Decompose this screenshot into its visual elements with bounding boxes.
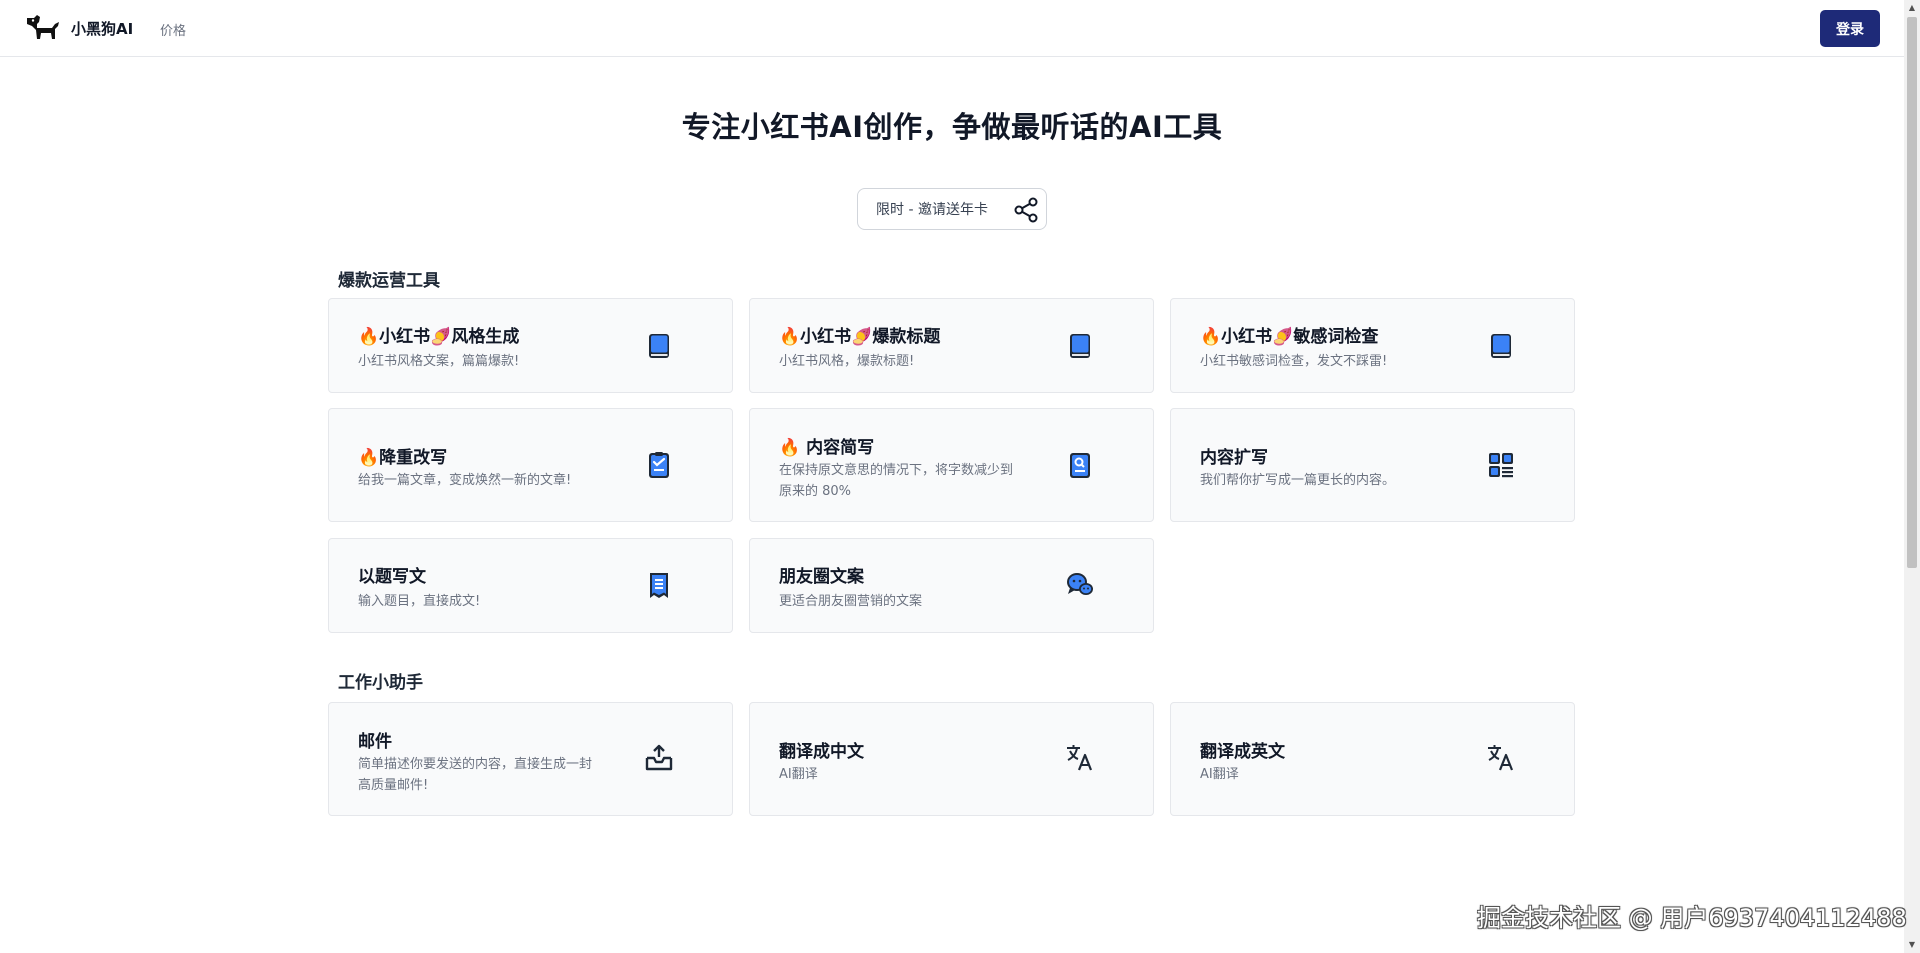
share-icon (1014, 197, 1038, 223)
top-navbar: 小黑狗AI 价格 登录 (0, 0, 1904, 57)
card-title: 内容扩写 (1200, 448, 1268, 468)
tool-card-topic-essay[interactable]: 以题写文 输入题目，直接成文! (328, 538, 733, 633)
section-title-work-assistant: 工作小助手 (338, 673, 423, 693)
card-description: 小红书风格，爆款标题! (779, 354, 915, 369)
clipboard-check-icon (649, 452, 669, 478)
card-description: 在保持原文意思的情况下，将字数减少到原来的 80% (779, 463, 1014, 499)
scroll-down-arrow-icon[interactable]: ▼ (1904, 937, 1920, 953)
book-icon (1070, 334, 1090, 358)
card-title: 朋友圈文案 (779, 567, 864, 587)
scroll-thumb[interactable] (1907, 17, 1917, 568)
tool-card-moments-copy[interactable]: 朋友圈文案 更适合朋友圈营销的文案 (749, 538, 1154, 633)
card-description: 小红书敏感词检查，发文不踩雷! (1200, 354, 1388, 369)
nav-link-price[interactable]: 价格 (160, 20, 186, 39)
chat-bubbles-icon (1067, 573, 1093, 595)
book-icon (649, 334, 669, 358)
book-icon (1491, 334, 1511, 358)
invite-label: 限时 - 邀请送年卡 (876, 202, 988, 218)
invite-button[interactable]: 限时 - 邀请送年卡 (857, 188, 1047, 230)
card-title: 🔥小红书🍠敏感词检查 (1200, 327, 1379, 347)
tool-card-xhs-headline[interactable]: 🔥小红书🍠爆款标题 小红书风格，爆款标题! (749, 298, 1154, 393)
tool-card-rewrite[interactable]: 🔥降重改写 给我一篇文章，变成焕然一新的文章! (328, 408, 733, 522)
card-title: 🔥 内容简写 (779, 438, 875, 458)
tool-card-xhs-style[interactable]: 🔥小红书🍠风格生成 小红书风格文案，篇篇爆款! (328, 298, 733, 393)
section-title-viral-tools: 爆款运营工具 (338, 271, 440, 291)
card-description: 输入题目，直接成文! (358, 594, 481, 609)
translate-icon (1488, 745, 1514, 771)
scroll-up-arrow-icon[interactable]: ▲ (1904, 0, 1920, 16)
card-description: AI翻译 (1200, 767, 1239, 782)
card-title: 🔥降重改写 (358, 448, 448, 468)
card-description: 简单描述你要发送的内容，直接生成一封高质量邮件! (358, 757, 593, 793)
page: 小黑狗AI 价格 登录 ▲ ▼ 专注小红书AI创作，争做最听话的AI工具 限时 … (0, 0, 1920, 953)
card-title: 邮件 (358, 732, 392, 752)
dog-logo-icon[interactable] (25, 12, 62, 43)
login-button[interactable]: 登录 (1820, 10, 1880, 47)
page-title: 专注小红书AI创作，争做最听话的AI工具 (681, 110, 1223, 144)
card-description: 小红书风格文案，篇篇爆款! (358, 354, 520, 369)
receipt-icon (650, 573, 668, 598)
tool-card-condense[interactable]: 🔥 内容简写 在保持原文意思的情况下，将字数减少到原来的 80% (749, 408, 1154, 522)
grid-list-icon (1489, 453, 1513, 478)
tool-card-xhs-sensitive-check[interactable]: 🔥小红书🍠敏感词检查 小红书敏感词检查，发文不踩雷! (1170, 298, 1575, 393)
card-description: 更适合朋友圈营销的文案 (779, 594, 923, 609)
card-description: 我们帮你扩写成一篇更长的内容。 (1200, 473, 1396, 488)
brand-name[interactable]: 小黑狗AI (71, 18, 133, 39)
card-title: 🔥小红书🍠爆款标题 (779, 327, 941, 347)
translate-icon (1067, 745, 1093, 771)
inbox-upload-icon (645, 744, 673, 771)
card-description: 给我一篇文章，变成焕然一新的文章! (358, 473, 572, 488)
card-title: 🔥小红书🍠风格生成 (358, 327, 520, 347)
card-title: 翻译成英文 (1200, 742, 1285, 762)
card-title: 翻译成中文 (779, 742, 864, 762)
vertical-scrollbar[interactable]: ▲ ▼ (1904, 0, 1920, 953)
tool-card-translate-en[interactable]: 翻译成英文 AI翻译 (1170, 702, 1575, 816)
card-description: AI翻译 (779, 767, 818, 782)
card-title: 以题写文 (358, 567, 426, 587)
tool-card-expand[interactable]: 内容扩写 我们帮你扩写成一篇更长的内容。 (1170, 408, 1575, 522)
tool-card-email[interactable]: 邮件 简单描述你要发送的内容，直接生成一封高质量邮件! (328, 702, 733, 816)
document-search-icon (1070, 453, 1090, 478)
tool-card-translate-zh[interactable]: 翻译成中文 AI翻译 (749, 702, 1154, 816)
watermark-text: 掘金技术社区 @ 用户6937404112488 (1477, 904, 1907, 932)
